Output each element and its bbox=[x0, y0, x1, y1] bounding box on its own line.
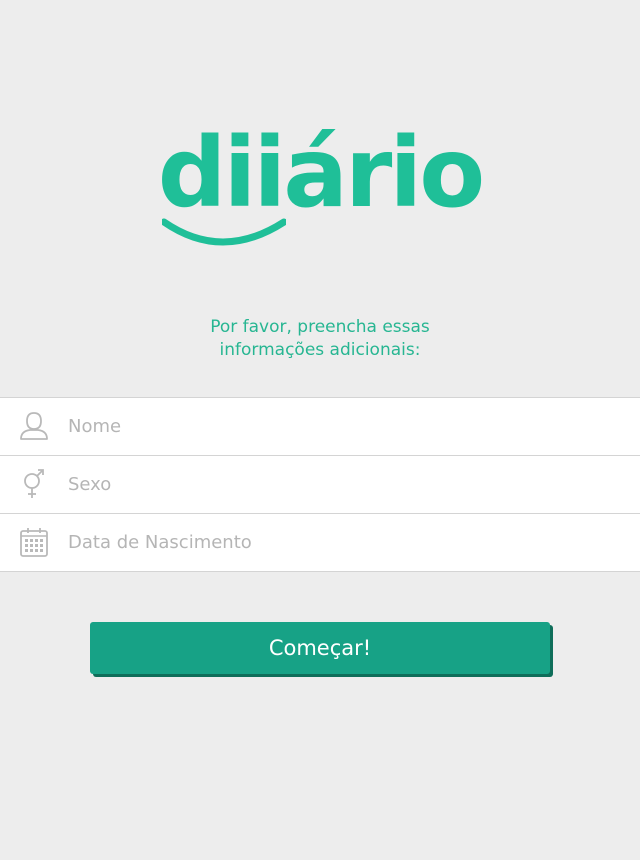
birthdate-input[interactable] bbox=[68, 514, 628, 571]
logo-wordmark: diiário bbox=[157, 117, 486, 229]
instructions-text: Por favor, preencha essas informações ad… bbox=[0, 316, 640, 362]
profile-form bbox=[0, 397, 640, 572]
start-button[interactable]: Começar! bbox=[90, 622, 550, 674]
gender-field-row bbox=[0, 456, 640, 514]
name-input[interactable] bbox=[68, 398, 628, 455]
instructions-line-2: informações adicionais: bbox=[219, 340, 421, 360]
logo-smile-icon bbox=[162, 218, 286, 246]
user-icon bbox=[20, 412, 48, 440]
name-field-row bbox=[0, 398, 640, 456]
app-logo: diiário bbox=[0, 118, 640, 258]
instructions-line-1: Por favor, preencha essas bbox=[210, 317, 430, 337]
calendar-icon bbox=[20, 528, 48, 557]
gender-input[interactable] bbox=[68, 456, 628, 513]
gender-icon bbox=[24, 469, 44, 498]
birthdate-field-row bbox=[0, 514, 640, 572]
